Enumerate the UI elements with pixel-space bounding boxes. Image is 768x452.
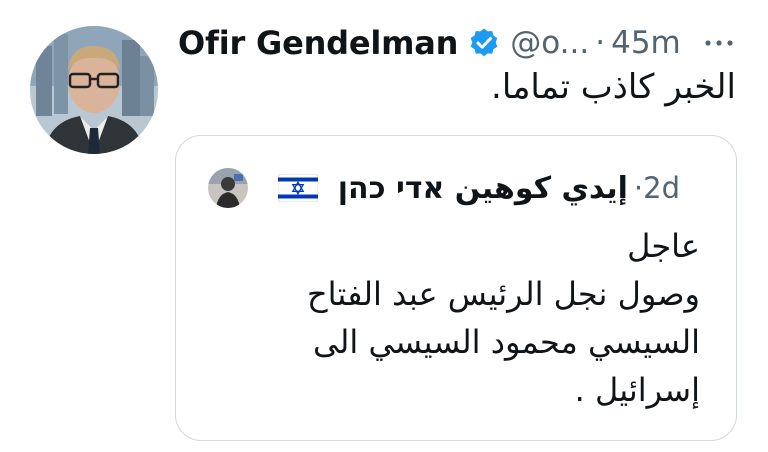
quoted-tweet-card[interactable]: 2d · إيدي كوهين אדי כהן عاجل وصول نجل ال… (175, 135, 737, 441)
quoted-author-name[interactable]: إيدي كوهين אדי כהן (338, 171, 628, 206)
author-avatar[interactable] (30, 26, 158, 154)
tweet-text: الخبر كاذب تماما. (491, 67, 736, 107)
author-name[interactable]: Ofir Gendelman (178, 24, 458, 62)
quoted-tweet-line: وصول نجل الرئيس عبد الفتاح (307, 275, 700, 313)
quoted-author-avatar[interactable] (208, 168, 248, 208)
quoted-tweet-line: إسرائيل . (574, 371, 700, 409)
author-handle[interactable]: @o... (510, 25, 589, 61)
more-options-icon[interactable] (702, 26, 736, 60)
tweet-timestamp[interactable]: 45m (611, 25, 681, 61)
tweet[interactable]: Ofir Gendelman @o... · 45m الخبر كاذب تم… (0, 0, 768, 452)
quoted-tweet-line: السيسي محمود السيسي الى (312, 323, 700, 361)
verified-badge-icon (468, 27, 500, 59)
quoted-tweet-line: عاجل (627, 227, 700, 265)
quoted-header-separator: · (633, 171, 644, 205)
quoted-tweet-text: عاجل وصول نجل الرئيس عبد الفتاح السيسي م… (200, 222, 700, 414)
israel-flag-icon (277, 173, 319, 203)
quoted-tweet-header: 2d · إيدي كوهين אדי כהן (277, 164, 680, 212)
header-separator: · (595, 25, 606, 61)
tweet-header: Ofir Gendelman @o... · 45m (178, 18, 681, 68)
quoted-tweet-timestamp[interactable]: 2d (643, 171, 680, 205)
